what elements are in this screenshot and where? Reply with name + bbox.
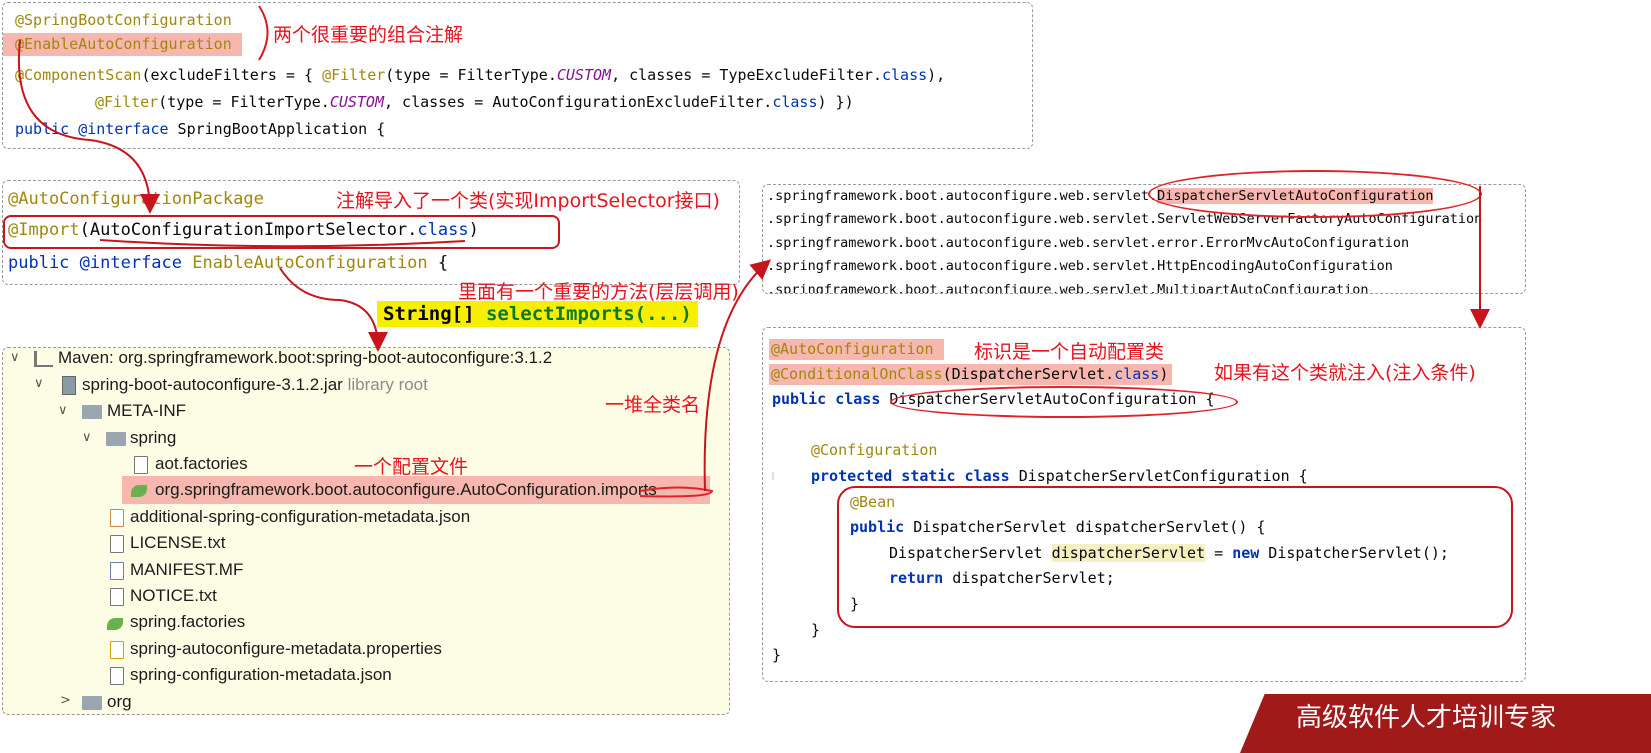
import-highlight-box [3,215,560,249]
file-icon [110,535,124,553]
method-name: selectImports(...) [485,303,692,325]
code-token: , classes = AutoConfigurationExcludeFilt… [384,93,773,111]
closing-brace: } [772,646,782,664]
protected-static-class-keyword: protected static class [811,467,1010,485]
code-token: (type = FilterType. [158,93,330,111]
dispatcher-autoconfig-oval [1148,170,1482,218]
tree-item-spring[interactable]: spring [130,428,176,448]
class-keyword: class [882,66,928,84]
chevron-down-icon[interactable]: ∨ [34,376,44,391]
class-name-oval [890,386,1238,418]
interface-keyword: @interface [69,120,169,138]
tree-item-license[interactable]: LICENSE.txt [130,533,225,553]
class-name: SpringBootApplication { [168,120,386,138]
spring-boot-application-panel: @SpringBootConfiguration @EnableAutoConf… [2,2,1033,149]
code-line-filter: @Filter(type = FilterType.CUSTOM, classe… [95,93,854,111]
class-keyword: class [772,93,818,111]
conditional-annotation-name: @ConditionalOnClass [771,365,943,383]
chevron-down-icon[interactable]: ∨ [10,350,20,365]
imports-line: .springframework.boot.autoconfigure.web.… [767,258,1393,274]
chevron-right-icon[interactable]: > [60,693,71,708]
code-token: { [427,253,449,273]
configuration-annotation: @Configuration [811,441,938,459]
code-line-interface: public @interface SpringBootApplication … [15,120,385,138]
config-file-note: 一个配置文件 [354,456,469,478]
file-icon [134,456,148,474]
manifest-icon [110,562,124,580]
file-icon [110,588,124,606]
class-keyword: class [1114,365,1160,383]
class-names-note: 一堆全类名 [605,394,701,416]
code-line-enableautoconfiguration: @EnableAutoConfiguration [3,33,242,56]
jar-icon [62,376,76,395]
code-line-springbootconfiguration: @SpringBootConfiguration [15,11,232,29]
return-type: String[] [383,303,486,325]
code-token: (DispatcherServlet. [942,365,1115,383]
properties-icon [110,641,124,659]
code-token: (type = FilterType. [385,66,557,84]
filter-annotation: @Filter [322,66,386,84]
custom-constant: CUSTOM [556,66,612,84]
tree-item-meta-inf[interactable]: META-INF [107,401,186,421]
tree-item-aot-factories[interactable]: aot.factories [155,454,248,474]
inner-class-declaration: protected static class DispatcherServlet… [811,467,1308,485]
filter-annotation: @Filter [95,93,159,111]
code-line-interface-2: public @interface EnableAutoConfiguratio… [8,253,448,273]
code-token: ), [927,66,946,84]
import-selector-note: 注解导入了一个类(实现ImportSelector接口) [336,190,720,212]
chevron-down-icon[interactable]: ∨ [82,430,92,445]
public-keyword: public [15,120,70,138]
tree-item-maven-library[interactable]: Maven: org.springframework.boot:spring-b… [58,348,552,368]
autoconfig-class-note: 标识是一个自动配置类 [974,341,1165,363]
interface-name: EnableAutoConfiguration [182,253,428,273]
tree-item-manifest[interactable]: MANIFEST.MF [130,560,243,580]
bean-method-box [837,486,1513,628]
injection-condition-note: 如果有这个类就注入(注入条件) [1214,362,1476,384]
chevron-down-icon[interactable]: ∨ [58,403,68,418]
tree-item-additional-metadata[interactable]: additional-spring-configuration-metadata… [130,507,470,527]
tree-item-jar[interactable]: spring-boot-autoconfigure-3.1.2.jar libr… [82,375,428,395]
conditional-on-class-annotation: @ConditionalOnClass(DispatcherServlet.cl… [769,364,1173,385]
folder-icon [82,696,102,710]
select-imports-signature: String[] selectImports(...) [377,301,698,327]
code-token: , classes = TypeExcludeFilter. [611,66,882,84]
tree-item-autoconfiguration-imports[interactable]: org.springframework.boot.autoconfigure.A… [155,480,657,500]
combined-annotations-note: 两个很重要的组合注解 [273,24,464,46]
tree-item-metadata-properties[interactable]: spring-autoconfigure-metadata.properties [130,639,442,659]
imports-line: .springframework.boot.autoconfigure.web.… [767,235,1410,251]
componentscan-annotation: @ComponentScan [15,66,142,84]
public-class-keyword: public class [772,390,881,408]
folder-icon [106,432,126,446]
custom-constant: CUSTOM [329,93,384,111]
imports-line: .springframework.boot.autoconfigure.web.… [767,282,1369,294]
tree-item-spring-factories[interactable]: spring.factories [130,612,245,632]
json-icon [110,667,124,685]
jar-name: spring-boot-autoconfigure-3.1.2.jar [82,375,343,394]
library-root-label: library root [347,375,428,394]
public-keyword: public [8,253,70,273]
code-line-componentscan: @ComponentScan(excludeFilters = { @Filte… [15,66,945,84]
banner-text: 高级软件人才培训专家 [1296,703,1557,733]
code-token: ) }) [817,93,854,111]
tree-item-notice[interactable]: NOTICE.txt [130,586,217,606]
code-token: (excludeFilters = { [141,66,323,84]
metadata-icon [110,509,124,527]
library-icon [34,351,53,367]
important-method-note: 里面有一个重要的方法(层层调用) [458,281,739,303]
code-line-autoconfigurationpackage: @AutoConfigurationPackage [8,189,264,209]
tree-item-org[interactable]: org [107,692,132,712]
closing-brace: } [811,621,821,639]
package-prefix: .springframework.boot.autoconfigure.web.… [767,188,1158,204]
folder-icon [82,405,102,419]
interface-keyword: @interface [69,253,183,273]
tree-item-configuration-metadata[interactable]: spring-configuration-metadata.json [130,665,392,685]
inner-class-name: DispatcherServletConfiguration { [1009,467,1308,485]
autoconfiguration-annotation: @AutoConfiguration [769,339,944,360]
code-token: ) [1159,365,1169,383]
